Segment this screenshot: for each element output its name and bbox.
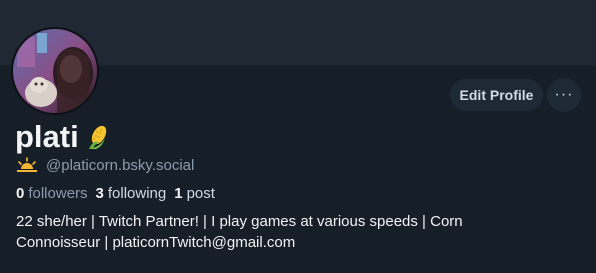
followers-count: 0 [16,184,25,202]
profile-stats: 0 followers 3 following 1 post [16,183,223,203]
posts-label: post [186,184,215,202]
posts-stat: 1 post [174,185,215,202]
handle-row: @platicorn.bsky.social [16,155,194,175]
profile-bio: 22 she/her | Twitch Partner! | I play ga… [16,211,536,253]
following-link[interactable]: 3 following [96,185,167,202]
avatar[interactable] [11,27,99,115]
profile-name-row: plati [15,118,109,156]
followers-label: followers [28,184,88,202]
more-options-button[interactable]: ··· [547,78,581,112]
following-label: following [107,184,167,202]
followers-link[interactable]: 0 followers [16,185,88,202]
edit-profile-button[interactable]: Edit Profile [450,79,543,111]
bio-line: Connoisseur | platicornTwitch@gmail.com [16,234,296,251]
following-count: 3 [95,184,104,202]
corn-icon [87,124,109,150]
posts-count: 1 [174,184,183,202]
ellipsis-icon: ··· [554,86,574,103]
display-name: plati [15,119,79,154]
profile-handle: @platicorn.bsky.social [46,156,195,174]
sunrise-icon [16,157,38,173]
avatar-image [13,29,97,113]
bio-line: 22 she/her | Twitch Partner! | I play ga… [16,213,463,230]
